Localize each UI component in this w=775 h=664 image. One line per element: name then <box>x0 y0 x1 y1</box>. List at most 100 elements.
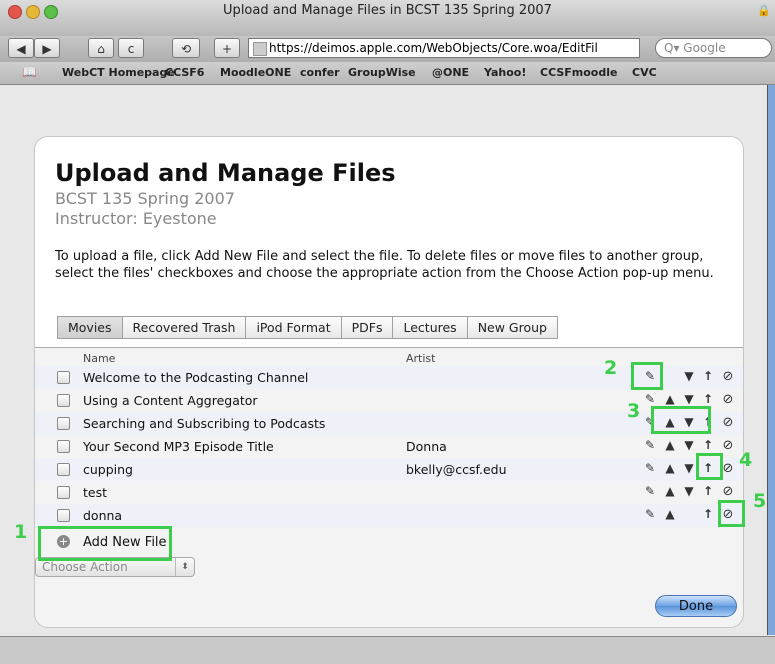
move-down-icon[interactable]: ▼ <box>682 369 696 383</box>
browser-toolbar: ◀ ▶ ⌂ c ⟲ + https://deimos.apple.com/Web… <box>0 36 775 62</box>
row-checkbox[interactable] <box>57 440 70 453</box>
bookmark-ccsf6[interactable]: CCSF6 <box>165 66 204 79</box>
scrollbar[interactable] <box>767 85 775 635</box>
edit-pencil-icon[interactable]: ✎ <box>643 392 657 406</box>
reload-button[interactable]: c <box>118 38 144 58</box>
instructions-text: To upload a file, click Add New File and… <box>55 249 714 281</box>
table-row: test ✎ ▲ ▼ ↑ ⊘ <box>35 481 743 504</box>
delete-icon[interactable]: ⊘ <box>721 392 735 407</box>
move-to-top-icon[interactable]: ↑ <box>701 484 715 498</box>
move-up-icon[interactable]: ▲ <box>663 392 677 406</box>
move-to-top-icon[interactable]: ↑ <box>701 438 715 452</box>
tab-new-group[interactable]: New Group <box>467 316 558 339</box>
favicon-icon <box>253 42 267 56</box>
forward-button[interactable]: ▶ <box>34 38 60 58</box>
search-input[interactable]: Q▾ Google <box>655 38 772 58</box>
delete-icon[interactable]: ⊘ <box>721 369 735 384</box>
column-header-name: Name <box>83 352 116 365</box>
delete-icon[interactable]: ⊘ <box>721 438 735 453</box>
file-name: Using a Content Aggregator <box>83 393 258 408</box>
row-checkbox[interactable] <box>57 417 70 430</box>
callout-number-2: 2 <box>604 357 618 379</box>
bookmarks-bar: 📖 WebCT Homepage CCSF6 MoodleONE confer … <box>0 62 775 85</box>
choose-action-label: Choose Action <box>42 560 128 574</box>
home-button[interactable]: ⌂ <box>88 38 114 58</box>
file-name: Searching and Subscribing to Podcasts <box>83 416 326 431</box>
move-to-top-icon[interactable]: ↑ <box>701 507 715 521</box>
done-button[interactable]: Done <box>655 595 737 617</box>
move-to-top-icon[interactable]: ↑ <box>701 392 715 406</box>
move-down-icon[interactable]: ▼ <box>682 484 696 498</box>
table-row: cupping bkelly@ccsf.edu ✎ ▲ ▼ ↑ ⊘ <box>35 458 743 481</box>
course-name: BCST 135 Spring 2007 <box>55 189 235 208</box>
file-name: cupping <box>83 462 133 477</box>
page-title: Upload and Manage Files <box>55 159 396 187</box>
instructor-name: Instructor: Eyestone <box>55 209 217 228</box>
tab-pdfs[interactable]: PDFs <box>341 316 394 339</box>
window-title: Upload and Manage Files in BCST 135 Spri… <box>223 3 552 18</box>
bookmark-one[interactable]: @ONE <box>432 66 469 79</box>
column-header-artist: Artist <box>406 352 436 365</box>
delete-icon[interactable]: ⊘ <box>721 484 735 499</box>
callout-box-delete <box>718 500 745 527</box>
file-name: Your Second MP3 Episode Title <box>83 439 274 454</box>
group-tabs: Movies Recovered Trash iPod Format PDFs … <box>57 316 558 339</box>
row-checkbox[interactable] <box>57 509 70 522</box>
move-down-icon[interactable]: ▼ <box>682 392 696 406</box>
row-checkbox[interactable] <box>57 371 70 384</box>
move-to-top-icon[interactable]: ↑ <box>701 369 715 383</box>
callout-number-1: 1 <box>14 521 28 543</box>
move-up-icon[interactable]: ▲ <box>663 484 677 498</box>
tab-movies[interactable]: Movies <box>57 316 123 339</box>
delete-icon[interactable]: ⊘ <box>721 461 735 476</box>
address-text: https://deimos.apple.com/WebObjects/Core… <box>269 41 598 55</box>
bookmark-cvc[interactable]: CVC <box>632 66 657 79</box>
bookmark-webct[interactable]: WebCT Homepage <box>62 66 175 79</box>
bookmark-groupwise[interactable]: GroupWise <box>348 66 416 79</box>
edit-pencil-icon[interactable]: ✎ <box>643 438 657 452</box>
bookmark-confer[interactable]: confer <box>300 66 340 79</box>
tab-ipod-format[interactable]: iPod Format <box>246 316 342 339</box>
move-down-icon[interactable]: ▼ <box>682 461 696 475</box>
edit-pencil-icon[interactable]: ✎ <box>643 484 657 498</box>
file-name: test <box>83 485 108 500</box>
lock-icon: 🔒 <box>757 4 771 17</box>
tab-recovered-trash[interactable]: Recovered Trash <box>122 316 247 339</box>
callout-box-add-new-file <box>38 526 172 561</box>
move-up-icon[interactable]: ▲ <box>663 507 677 521</box>
callout-box-move <box>651 406 711 434</box>
back-button[interactable]: ◀ <box>8 38 34 58</box>
window-titlebar: Upload and Manage Files in BCST 135 Spri… <box>0 0 775 36</box>
move-up-icon[interactable]: ▲ <box>663 438 677 452</box>
table-row: Your Second MP3 Episode Title Donna ✎ ▲ … <box>35 435 743 458</box>
panel-header: Upload and Manage Files BCST 135 Spring … <box>35 137 743 347</box>
row-checkbox[interactable] <box>57 463 70 476</box>
file-name: donna <box>83 508 123 523</box>
delete-icon[interactable]: ⊘ <box>721 415 735 430</box>
callout-box-move-top <box>696 453 723 480</box>
callout-box-edit <box>631 362 663 390</box>
move-down-icon[interactable]: ▼ <box>682 438 696 452</box>
snapback-button[interactable]: ⟲ <box>172 38 200 58</box>
bookmark-yahoo[interactable]: Yahoo! <box>484 66 526 79</box>
edit-pencil-icon[interactable]: ✎ <box>643 507 657 521</box>
bookmark-ccsfmoodle[interactable]: CCSFmoodle <box>540 66 617 79</box>
callout-number-5: 5 <box>753 490 767 512</box>
bookmark-moodleone[interactable]: MoodleONE <box>220 66 291 79</box>
table-row: donna ✎ ▲ ↑ ⊘ <box>35 504 743 527</box>
move-up-icon[interactable]: ▲ <box>663 461 677 475</box>
row-checkbox[interactable] <box>57 394 70 407</box>
file-artist: bkelly@ccsf.edu <box>406 462 507 477</box>
select-arrows-icon: ⬍ <box>175 558 194 576</box>
callout-number-3: 3 <box>627 400 641 422</box>
status-bar <box>0 636 775 664</box>
bookmarks-book-icon[interactable]: 📖 <box>22 65 37 79</box>
file-name: Welcome to the Podcasting Channel <box>83 370 309 385</box>
tab-lectures[interactable]: Lectures <box>393 316 468 339</box>
add-bookmark-button[interactable]: + <box>214 38 240 58</box>
row-checkbox[interactable] <box>57 486 70 499</box>
file-artist: Donna <box>406 439 447 454</box>
callout-number-4: 4 <box>739 449 753 471</box>
edit-pencil-icon[interactable]: ✎ <box>643 461 657 475</box>
address-bar[interactable]: https://deimos.apple.com/WebObjects/Core… <box>248 38 640 58</box>
